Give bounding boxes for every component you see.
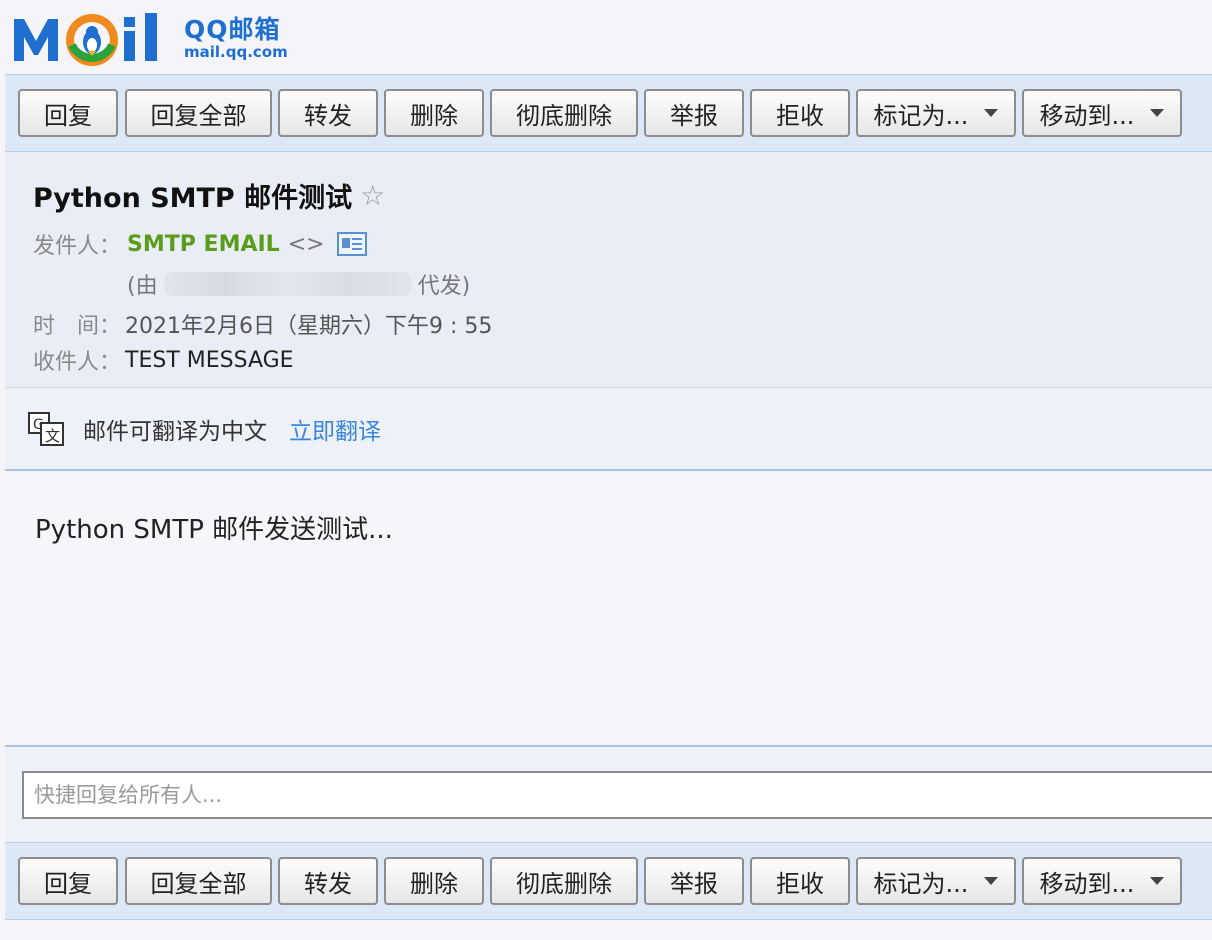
delete-button-label: 删除: [410, 101, 458, 130]
mark-as-dropdown[interactable]: 标记为...: [856, 857, 1016, 905]
redacted-address: [163, 272, 412, 296]
top-toolbar: 回复 回复全部 转发 删除 彻底删除 举报 拒收 标记为... 移动到...: [5, 74, 1212, 152]
reply-all-button[interactable]: 回复全部: [125, 857, 272, 905]
move-to-dropdown[interactable]: 移动到...: [1022, 857, 1182, 905]
mail-subject: Python SMTP 邮件测试: [33, 183, 353, 214]
forward-button[interactable]: 转发: [278, 857, 378, 905]
sender-address: <>: [287, 231, 325, 257]
time-value: 2021年2月6日（星期六）下午9 : 55: [125, 314, 493, 339]
subject-line: Python SMTP 邮件测试 ☆: [33, 176, 385, 215]
move-to-dropdown-label: 移动到...: [1039, 101, 1135, 130]
permanent-delete-button-label: 彻底删除: [516, 101, 612, 130]
delete-button[interactable]: 删除: [384, 857, 484, 905]
reject-button[interactable]: 拒收: [750, 857, 850, 905]
translate-now-link[interactable]: 立即翻译: [289, 412, 381, 446]
report-button-label: 举报: [670, 869, 718, 898]
chevron-down-icon: [984, 877, 999, 885]
chevron-down-icon: [984, 109, 999, 117]
bottom-toolbar: 回复 回复全部 转发 删除 彻底删除 举报 拒收 标记为... 移动到...: [5, 842, 1212, 920]
permanent-delete-button-label: 彻底删除: [516, 869, 612, 898]
time-row: 时 间： 2021年2月6日（星期六）下午9 : 55: [33, 308, 492, 340]
time-label: 时 间：: [33, 314, 122, 339]
reply-button[interactable]: 回复: [18, 857, 118, 905]
translate-bar: G 文 邮件可翻译为中文 立即翻译: [5, 387, 1212, 471]
reply-button[interactable]: 回复: [18, 89, 118, 137]
reply-all-button[interactable]: 回复全部: [125, 89, 272, 137]
via-suffix: 代发): [417, 274, 471, 299]
permanent-delete-button[interactable]: 彻底删除: [490, 857, 638, 905]
report-button[interactable]: 举报: [644, 89, 744, 137]
move-to-dropdown[interactable]: 移动到...: [1022, 89, 1182, 137]
mark-as-dropdown-label: 标记为...: [873, 869, 969, 898]
quick-reply-input[interactable]: [22, 771, 1212, 819]
svg-text:文: 文: [45, 427, 60, 445]
via-prefix: (由: [127, 274, 158, 299]
sender-label: 发件人：: [33, 234, 122, 259]
reply-button-label: 回复: [44, 869, 92, 898]
translate-icon: G 文: [28, 411, 64, 446]
reject-button-label: 拒收: [776, 101, 824, 130]
mail-body-text: Python SMTP 邮件发送测试...: [35, 515, 393, 545]
report-button[interactable]: 举报: [644, 857, 744, 905]
logo-brand-text: QQ邮箱: [184, 14, 281, 44]
recipient-label: 收件人：: [33, 350, 122, 375]
move-to-dropdown-label: 移动到...: [1039, 869, 1135, 898]
logo-domain-text: mail.qq.com: [184, 42, 288, 61]
forward-button-label: 转发: [304, 101, 352, 130]
reply-button-label: 回复: [44, 101, 92, 130]
translate-hint: 邮件可翻译为中文: [83, 418, 267, 445]
sender-row: 发件人： SMTP EMAIL <>: [33, 228, 367, 260]
quick-reply-area: [5, 745, 1212, 842]
forward-button[interactable]: 转发: [278, 89, 378, 137]
mail-body: Python SMTP 邮件发送测试...: [5, 473, 1212, 745]
reject-button[interactable]: 拒收: [750, 89, 850, 137]
mail-logo-icon: [14, 13, 157, 66]
contact-card-icon[interactable]: [336, 232, 367, 256]
forward-button-label: 转发: [304, 869, 352, 898]
chevron-down-icon: [1150, 109, 1165, 117]
reject-button-label: 拒收: [776, 869, 824, 898]
recipient-value: TEST MESSAGE: [125, 347, 294, 373]
qq-mail-logo[interactable]: QQ邮箱 mail.qq.com: [10, 6, 288, 70]
permanent-delete-button[interactable]: 彻底删除: [490, 89, 638, 137]
delete-button[interactable]: 删除: [384, 89, 484, 137]
delete-button-label: 删除: [410, 869, 458, 898]
star-icon[interactable]: ☆: [360, 179, 385, 212]
report-button-label: 举报: [670, 101, 718, 130]
chevron-down-icon: [1150, 877, 1165, 885]
sender-name[interactable]: SMTP EMAIL: [127, 232, 280, 257]
reply-all-button-label: 回复全部: [150, 101, 247, 130]
mail-header: Python SMTP 邮件测试 ☆ 发件人： SMTP EMAIL <> (由…: [5, 152, 1212, 387]
mark-as-dropdown[interactable]: 标记为...: [856, 89, 1016, 137]
recipient-row: 收件人： TEST MESSAGE: [33, 344, 294, 376]
mark-as-dropdown-label: 标记为...: [873, 101, 969, 130]
sent-via-row: (由 代发): [127, 268, 470, 300]
reply-all-button-label: 回复全部: [150, 869, 247, 898]
